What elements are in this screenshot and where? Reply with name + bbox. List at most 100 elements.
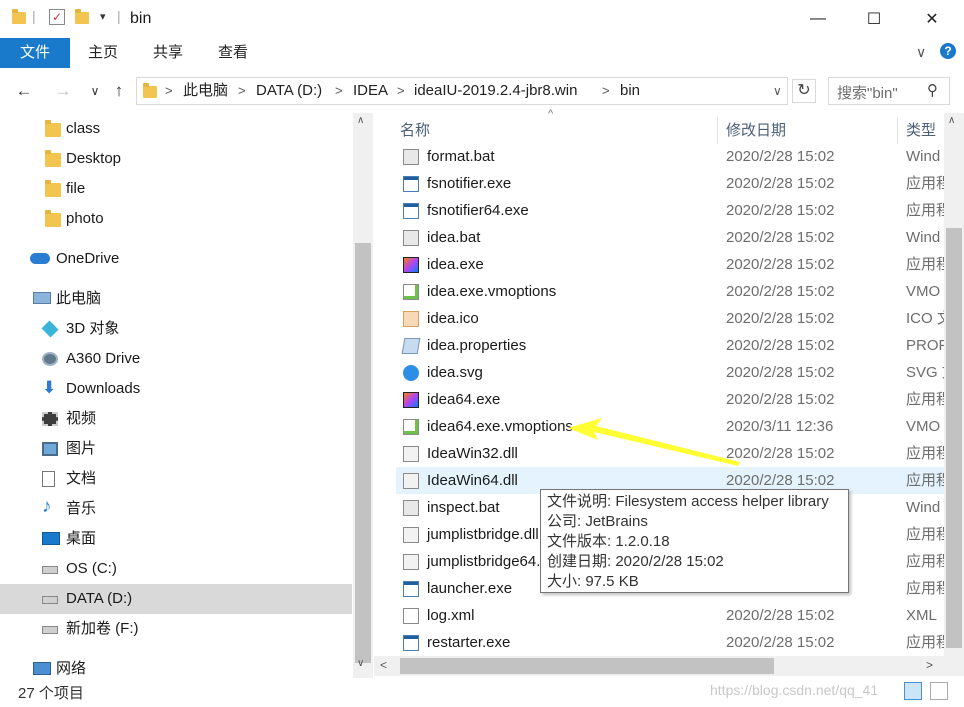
- help-icon[interactable]: ?: [940, 43, 956, 59]
- breadcrumb-separator[interactable]: >: [165, 78, 173, 104]
- search-placeholder: 搜索"bin": [837, 85, 898, 102]
- nav-item-3d-objects[interactable]: 3D 对象: [0, 314, 352, 344]
- nav-item-desktop-folder[interactable]: Desktop: [0, 144, 352, 174]
- column-header-type[interactable]: 类型: [906, 117, 936, 145]
- file-row[interactable]: restarter.exe 2020/2/28 15:02 应用程: [396, 629, 944, 656]
- disk-icon: [42, 596, 58, 604]
- nav-item-pictures[interactable]: 图片: [0, 434, 352, 464]
- file-row[interactable]: idea.properties 2020/2/28 15:02 PROF: [396, 332, 944, 359]
- file-name: idea.svg: [427, 364, 483, 381]
- minimize-button[interactable]: —: [790, 0, 846, 38]
- breadcrumb-this-pc[interactable]: 此电脑: [183, 78, 228, 104]
- document-icon: [42, 471, 55, 487]
- up-arrow-icon[interactable]: ↑: [108, 80, 130, 102]
- file-list-hscrollbar[interactable]: < >: [374, 656, 944, 676]
- tab-home[interactable]: 主页: [78, 38, 128, 68]
- tab-file[interactable]: 文件: [0, 38, 70, 68]
- file-row[interactable]: idea.bat 2020/2/28 15:02 Wind: [396, 224, 944, 251]
- properties-check-icon[interactable]: ✓: [49, 9, 65, 25]
- file-name: idea64.exe: [427, 391, 501, 408]
- breadcrumb-separator[interactable]: >: [397, 78, 405, 104]
- scroll-right-icon[interactable]: >: [926, 658, 933, 672]
- file-list-scroll-thumb[interactable]: [946, 228, 962, 648]
- breadcrumb-ideaiu[interactable]: ideaIU-2019.2.4-jbr8.win: [414, 78, 577, 104]
- picture-icon: [42, 442, 58, 456]
- refresh-icon[interactable]: ↻: [792, 79, 816, 103]
- nav-item-photo[interactable]: photo: [0, 204, 352, 234]
- new-folder-icon[interactable]: [75, 9, 89, 24]
- scroll-up-icon[interactable]: ∧: [948, 115, 955, 126]
- breadcrumb-separator[interactable]: >: [238, 78, 246, 104]
- column-header-name[interactable]: 名称: [400, 117, 430, 145]
- file-name: jumplistbridge64.dll: [427, 553, 556, 570]
- search-input[interactable]: 搜索"bin" ⚲: [828, 77, 950, 105]
- computer-icon: [33, 292, 51, 304]
- maximize-button[interactable]: ☐: [846, 0, 902, 38]
- nav-scroll-thumb[interactable]: [355, 243, 371, 663]
- nav-item-desktop[interactable]: 桌面: [0, 524, 352, 554]
- nav-item-file[interactable]: file: [0, 174, 352, 204]
- scroll-up-icon[interactable]: ∧: [357, 115, 364, 126]
- nav-item-onedrive[interactable]: OneDrive: [0, 244, 352, 274]
- tooltip-company: 公司: JetBrains: [547, 513, 648, 530]
- dll-icon: [403, 446, 419, 462]
- nav-item-downloads[interactable]: ⬇ Downloads: [0, 374, 352, 404]
- nav-item-data-d[interactable]: DATA (D:): [0, 584, 352, 614]
- file-row[interactable]: format.bat 2020/2/28 15:02 Wind: [396, 143, 944, 170]
- file-row[interactable]: log.xml 2020/2/28 15:02 XML: [396, 602, 944, 629]
- dll-icon: [403, 473, 419, 489]
- details-view-icon[interactable]: [904, 682, 922, 700]
- exe-icon: [403, 203, 419, 219]
- file-row[interactable]: fsnotifier64.exe 2020/2/28 15:02 应用程: [396, 197, 944, 224]
- breadcrumb-idea[interactable]: IDEA: [353, 78, 388, 104]
- breadcrumb-bin[interactable]: bin: [620, 78, 640, 104]
- file-row[interactable]: idea.ico 2020/2/28 15:02 ICO 文: [396, 305, 944, 332]
- column-divider[interactable]: [717, 117, 718, 144]
- file-row[interactable]: idea.svg 2020/2/28 15:02 SVG 文: [396, 359, 944, 386]
- download-icon: ⬇: [42, 378, 57, 397]
- nav-item-music[interactable]: ♪ 音乐: [0, 494, 352, 524]
- address-bar[interactable]: > 此电脑 > DATA (D:) > IDEA > ideaIU-2019.2…: [136, 77, 788, 105]
- file-row[interactable]: idea64.exe 2020/2/28 15:02 应用程: [396, 386, 944, 413]
- breadcrumb-separator[interactable]: >: [335, 78, 343, 104]
- close-button[interactable]: ✕: [904, 0, 960, 38]
- file-row[interactable]: fsnotifier.exe 2020/2/28 15:02 应用程: [396, 170, 944, 197]
- file-row[interactable]: idea.exe 2020/2/28 15:02 应用程: [396, 251, 944, 278]
- nav-item-documents[interactable]: 文档: [0, 464, 352, 494]
- file-name: idea64.exe.vmoptions: [427, 418, 573, 435]
- scroll-left-icon[interactable]: <: [380, 658, 387, 672]
- nav-scrollbar[interactable]: ∧ ∨: [353, 113, 373, 678]
- nav-item-this-pc[interactable]: 此电脑: [0, 284, 352, 314]
- ribbon-expand-chevron-icon[interactable]: ∨: [916, 44, 926, 61]
- nav-item-a360-drive[interactable]: A360 Drive: [0, 344, 352, 374]
- cloud-icon: [30, 253, 50, 264]
- column-header-date[interactable]: 修改日期: [726, 117, 786, 145]
- nav-item-new-volume-f[interactable]: 新加卷 (F:): [0, 614, 352, 644]
- item-count: 27 个项目: [18, 685, 84, 702]
- file-list-vscrollbar[interactable]: ∧: [944, 113, 964, 656]
- bat-icon: [403, 230, 419, 246]
- window-title: bin: [130, 10, 152, 27]
- back-arrow-icon[interactable]: ←: [13, 80, 35, 102]
- file-row[interactable]: idea.exe.vmoptions 2020/2/28 15:02 VMO: [396, 278, 944, 305]
- breadcrumb-separator[interactable]: >: [602, 78, 610, 104]
- nav-item-videos[interactable]: 视频: [0, 404, 352, 434]
- file-type: Wind: [906, 148, 941, 165]
- large-icons-view-icon[interactable]: [930, 682, 948, 700]
- file-type: PROF: [906, 337, 944, 354]
- address-dropdown-chevron-icon[interactable]: ∨: [773, 78, 782, 104]
- tab-view[interactable]: 查看: [208, 38, 258, 68]
- quick-access-dropdown-icon[interactable]: ▾: [100, 10, 106, 23]
- tab-share[interactable]: 共享: [143, 38, 193, 68]
- nav-item-class[interactable]: class: [0, 114, 352, 144]
- column-divider[interactable]: [897, 117, 898, 144]
- music-icon: ♪: [42, 496, 52, 517]
- recent-locations-chevron-icon[interactable]: ∨: [84, 80, 106, 102]
- file-list-hscroll-thumb[interactable]: [400, 658, 774, 674]
- forward-arrow-icon[interactable]: →: [52, 80, 74, 102]
- network-icon: [33, 662, 51, 675]
- breadcrumb-data-drive[interactable]: DATA (D:): [256, 78, 322, 104]
- scroll-down-icon[interactable]: ∨: [357, 658, 364, 669]
- search-icon[interactable]: ⚲: [927, 81, 938, 99]
- nav-item-os-c[interactable]: OS (C:): [0, 554, 352, 584]
